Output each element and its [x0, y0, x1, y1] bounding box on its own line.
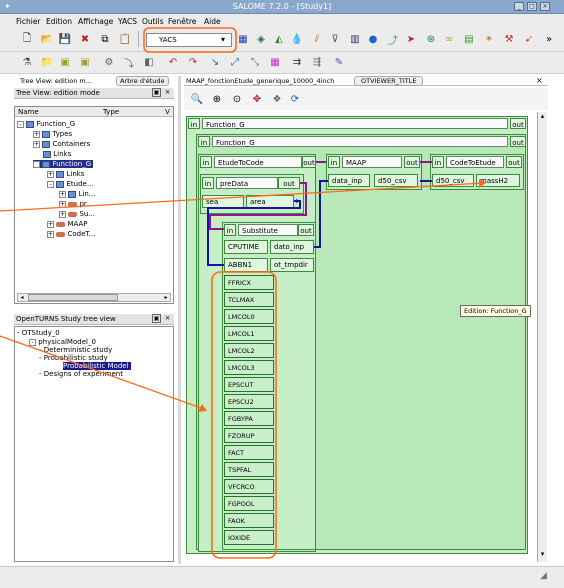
resize-grip-icon[interactable]: ◢ [540, 571, 547, 581]
link-area-to-abbn1 [207, 200, 301, 266]
status-bar: ◢ [0, 566, 564, 588]
link-predata-to-substitute [209, 182, 307, 230]
annotation-box-module-selector [143, 27, 237, 53]
annotation-arrow-2 [0, 335, 205, 410]
edition-tooltip: Edition: Function_G [460, 305, 531, 317]
annotation-arrow-1 [0, 182, 485, 212]
link-data-inp [314, 180, 328, 248]
annotation-arrowhead-1 [479, 179, 486, 188]
links-overlay [0, 27, 486, 559]
annotation-box-parameters [211, 271, 277, 559]
